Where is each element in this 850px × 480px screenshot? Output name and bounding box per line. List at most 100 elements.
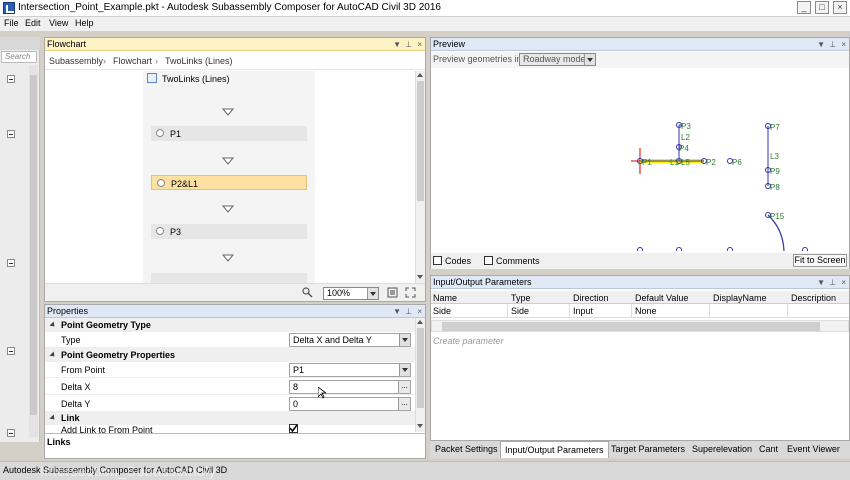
zoom-select[interactable]: 100% [323, 287, 379, 300]
collapse-icon[interactable] [7, 130, 15, 138]
scroll-up-icon[interactable] [417, 73, 423, 77]
toolbox-search-input[interactable]: Search [1, 51, 37, 63]
tab-packet-settings[interactable]: Packet Settings [431, 441, 502, 458]
expression-button[interactable]: ... [398, 381, 410, 393]
expand-icon[interactable] [49, 321, 57, 329]
col-type[interactable]: Type [511, 293, 531, 303]
codes-checkbox[interactable] [433, 256, 442, 265]
flow-node-p3[interactable]: P3 [151, 224, 307, 239]
tab-cant[interactable]: Cant [755, 441, 782, 458]
cell-direction[interactable]: Input [573, 306, 593, 316]
from-point-select[interactable]: P1 [289, 363, 411, 377]
panel-menu-icon[interactable]: ▼ [393, 38, 401, 51]
tab-superelevation[interactable]: Superelevation [688, 441, 756, 458]
flowchart-vscrollbar[interactable] [415, 71, 425, 283]
point-marker[interactable] [802, 247, 808, 252]
delta-y-field[interactable]: 0 ... [289, 397, 411, 411]
toolbox-scrollbar[interactable] [29, 65, 38, 437]
panel-close-icon[interactable]: × [841, 38, 846, 51]
maximize-button[interactable]: □ [815, 1, 829, 14]
category-point-geometry-properties[interactable]: Point Geometry Properties [45, 348, 417, 362]
pin-icon[interactable]: ⊥ [405, 38, 412, 51]
expand-icon[interactable] [405, 287, 416, 298]
col-direction[interactable]: Direction [573, 293, 609, 303]
table-row[interactable]: Side Side Input None [431, 304, 849, 318]
col-description[interactable]: Description [791, 293, 836, 303]
preview-mode-select[interactable]: Roadway mode [519, 53, 596, 66]
create-parameter-input[interactable]: Create parameter [433, 336, 504, 346]
flow-node-next[interactable] [151, 273, 307, 283]
tab-input-output-parameters[interactable]: Input/Output Parameters [500, 441, 609, 458]
cell-type[interactable]: Side [511, 306, 529, 316]
chevron-down-icon[interactable] [367, 288, 378, 299]
tab-event-viewer[interactable]: Event Viewer [783, 441, 844, 458]
flow-node-p2-l1[interactable]: P2&L1 [151, 175, 307, 190]
menu-view[interactable]: View [49, 18, 68, 28]
comments-checkbox[interactable] [484, 256, 493, 265]
properties-title: Properties [47, 306, 89, 316]
scroll-thumb[interactable] [417, 81, 424, 201]
chevron-down-icon[interactable] [584, 54, 595, 65]
chevron-down-icon[interactable] [399, 334, 410, 346]
minimize-button[interactable]: _ [797, 1, 811, 14]
expression-button[interactable]: ... [398, 398, 410, 410]
expand-icon[interactable] [49, 414, 57, 422]
category-link[interactable]: Link [45, 411, 417, 425]
menu-help[interactable]: Help [75, 18, 94, 28]
pin-icon[interactable]: ⊥ [405, 305, 412, 318]
expand-icon[interactable] [49, 351, 57, 359]
chevron-down-icon[interactable] [399, 364, 410, 376]
sequence-container[interactable]: TwoLinks (Lines) P1 P2&L1 P3 [143, 71, 315, 283]
panel-close-icon[interactable]: × [417, 305, 422, 318]
menu-edit[interactable]: Edit [25, 18, 41, 28]
pin-icon[interactable]: ⊥ [829, 38, 836, 51]
prop-label: Delta X [61, 382, 91, 392]
col-default-value[interactable]: Default Value [635, 293, 688, 303]
node-label: P2&L1 [171, 179, 199, 189]
properties-vscrollbar[interactable] [415, 318, 425, 432]
add-link-checkbox[interactable] [289, 424, 298, 433]
scroll-thumb[interactable] [417, 328, 424, 408]
point-marker[interactable] [676, 247, 682, 252]
magnifier-icon[interactable] [302, 287, 313, 298]
preview-title: Preview [433, 39, 466, 49]
panel-menu-icon[interactable]: ▼ [393, 305, 401, 318]
delta-x-field[interactable]: 8 ... [289, 380, 411, 394]
scroll-down-icon[interactable] [417, 424, 423, 428]
scroll-thumb[interactable] [442, 322, 820, 331]
panel-menu-icon[interactable]: ▼ [817, 38, 825, 51]
panel-close-icon[interactable]: × [417, 38, 422, 51]
scroll-down-icon[interactable] [417, 275, 423, 279]
col-display-name[interactable]: DisplayName [713, 293, 767, 303]
cell-default-value[interactable]: None [635, 306, 657, 316]
breadcrumb-flowchart[interactable]: Flowchart [113, 56, 152, 66]
collapse-icon[interactable] [7, 347, 15, 355]
io-hscrollbar[interactable] [431, 320, 849, 332]
flow-node-p1[interactable]: P1 [151, 126, 307, 141]
preview-geom-label: Preview geometries in [433, 54, 522, 64]
breadcrumb-subassembly[interactable]: Subassembly [49, 56, 103, 66]
scroll-up-icon[interactable] [417, 320, 423, 324]
col-name[interactable]: Name [433, 293, 457, 303]
prop-row-delta-x: Delta X 8 ... [45, 379, 417, 395]
panel-close-icon[interactable]: × [841, 276, 846, 289]
panel-menu-icon[interactable]: ▼ [817, 276, 825, 289]
collapse-icon[interactable] [7, 259, 15, 267]
point-marker[interactable] [637, 247, 643, 252]
category-point-geometry-type[interactable]: Point Geometry Type [45, 318, 417, 332]
fit-view-icon[interactable] [387, 287, 398, 298]
breadcrumb-twolinks[interactable]: TwoLinks (Lines) [165, 56, 233, 66]
close-button[interactable]: × [833, 1, 847, 14]
collapse-icon[interactable] [7, 75, 15, 83]
pin-icon[interactable]: ⊥ [829, 276, 836, 289]
point-marker[interactable] [727, 247, 733, 252]
label-l3: L3 [770, 152, 779, 161]
tab-target-parameters[interactable]: Target Parameters [607, 441, 689, 458]
type-select[interactable]: Delta X and Delta Y [289, 333, 411, 347]
fit-to-screen-button[interactable]: Fit to Screen [793, 254, 847, 267]
menu-file[interactable]: File [4, 18, 19, 28]
preview-canvas[interactable]: P1 P3 L2 P4 L1 L5 P2 P6 P7 L3 P9 P8 P15 [431, 69, 849, 251]
cell-name[interactable]: Side [433, 306, 451, 316]
collapse-icon[interactable] [7, 429, 15, 437]
flowchart-canvas[interactable]: TwoLinks (Lines) P1 P2&L1 P3 [45, 71, 415, 283]
